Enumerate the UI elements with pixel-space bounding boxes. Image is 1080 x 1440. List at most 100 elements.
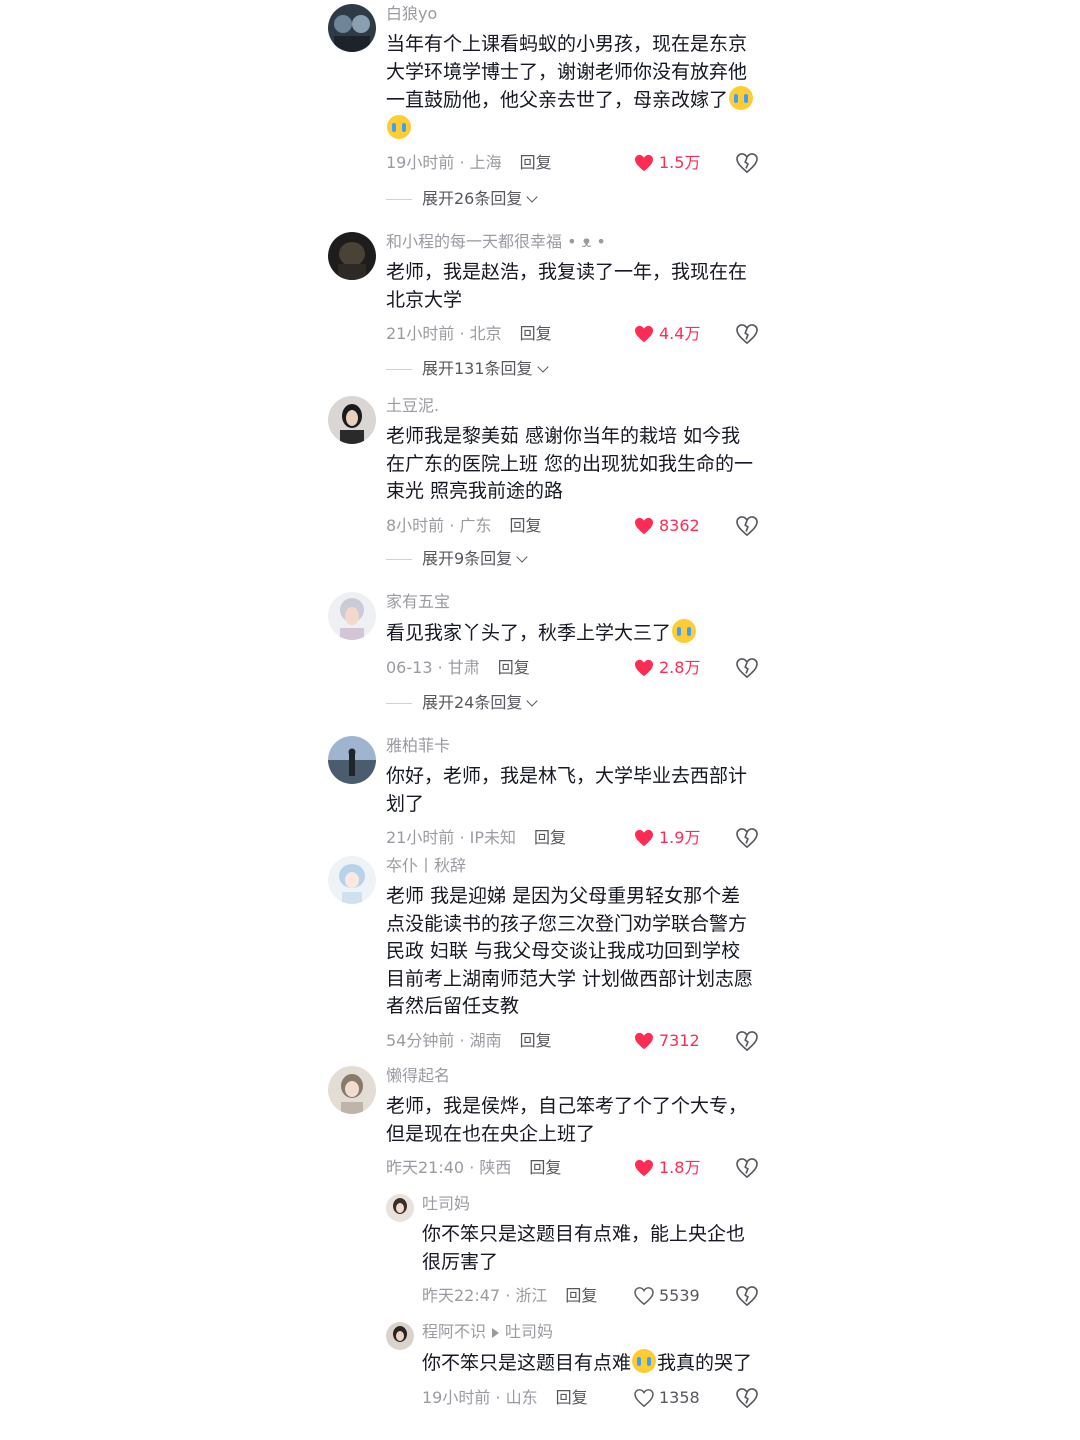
location: 湖南	[469, 1030, 502, 1050]
comment-body: 白狼yo 当年有个上课看蚂蚁的小男孩，现在是东京大学环境学博士了，谢谢老师你没有…	[386, 4, 758, 175]
dislike-heart-icon[interactable]	[736, 515, 758, 536]
location: 陕西	[479, 1158, 512, 1177]
like-button[interactable]: 1358	[634, 1386, 700, 1410]
username[interactable]: 土豆泥.	[386, 396, 758, 416]
like-button[interactable]: 1.9万	[634, 826, 700, 850]
reply-button[interactable]: 回复	[498, 658, 530, 677]
username[interactable]: 懒得起名	[386, 1066, 758, 1086]
dislike-heart-icon[interactable]	[736, 1286, 758, 1306]
heart-filled-icon	[635, 659, 653, 676]
like-button[interactable]: 8362	[634, 514, 700, 538]
reply-button[interactable]: 回复	[565, 1286, 597, 1305]
reply-item: 吐司妈 你不笨只是这题目有点难，能上央企也很厉害了 昨天22:47 · 浙江 回复…	[386, 1194, 758, 1310]
comment-item: 和小程的每一天都很幸福 • ᴥ • 老师，我是赵浩，我复读了一年，我现在在北京大…	[328, 232, 758, 362]
avatar[interactable]	[328, 396, 376, 444]
timestamp: 19小时前	[422, 1387, 491, 1407]
comment-item: 白狼yo 当年有个上课看蚂蚁的小男孩，现在是东京大学环境学博士了，谢谢老师你没有…	[328, 4, 758, 190]
location: 山东	[505, 1387, 538, 1407]
dislike-heart-icon[interactable]	[736, 153, 758, 173]
dislike-heart-icon[interactable]	[736, 828, 758, 848]
avatar[interactable]	[328, 232, 376, 280]
comment-body: 和小程的每一天都很幸福 • ᴥ • 老师，我是赵浩，我复读了一年，我现在在北京大…	[386, 232, 758, 346]
like-count: 2.8万	[659, 657, 701, 677]
comment-body: 家有五宝 看见我家丫头了，秋季上学大三了 06-13 · 甘肃 回复 2.8万	[386, 592, 758, 680]
expand-replies-button[interactable]: 展开24条回复	[386, 693, 539, 713]
location: 上海	[469, 153, 502, 172]
dislike-heart-icon[interactable]	[736, 1030, 758, 1051]
expand-replies-button[interactable]: 展开131条回复	[386, 359, 549, 379]
reply-item: 程阿不识 吐司妈 你不笨只是这题目有点难 我真的哭了 19小时前 · 山东 回复 13…	[386, 1322, 758, 1438]
reply-button[interactable]: 回复	[520, 324, 552, 343]
comment-text: 你好，老师，我是林飞，大学毕业去西部计划了	[386, 765, 748, 815]
location: 广东	[459, 515, 492, 535]
location: 甘肃	[447, 657, 480, 677]
like-button[interactable]: 1.5万	[634, 151, 700, 175]
comment-text: 老师，我是赵浩，我复读了一年，我现在在北京大学	[386, 261, 748, 311]
dislike-heart-icon[interactable]	[736, 324, 758, 344]
like-count: 8362	[659, 515, 700, 535]
like-button[interactable]: 2.8万	[634, 656, 700, 680]
reply-meta: 19小时前 · 山东 回复 1358	[422, 1386, 758, 1410]
reply-meta: 昨天22:47 · 浙江 回复 5539	[422, 1284, 758, 1308]
comment-meta: 21小时前 · IP未知 回复 1.9万	[386, 826, 758, 850]
avatar[interactable]	[328, 592, 376, 640]
comment-meta: 54分钟前 · 湖南 回复 7312	[386, 1029, 758, 1053]
timestamp: 19小时前	[386, 153, 455, 172]
comment-text: 看见我家丫头了，秋季上学大三了	[386, 619, 758, 648]
avatar[interactable]	[328, 736, 376, 784]
username[interactable]: 吐司妈	[422, 1194, 758, 1214]
expand-replies-button[interactable]: 展开9条回复	[386, 549, 528, 569]
like-count: 1358	[659, 1387, 700, 1407]
reply-button[interactable]: 回复	[520, 1031, 552, 1050]
like-button[interactable]: 1.8万	[634, 1156, 700, 1180]
chevron-down-icon	[526, 695, 539, 707]
like-button[interactable]: 5539	[634, 1284, 700, 1308]
reply-button[interactable]: 回复	[534, 828, 566, 847]
heart-outline-icon	[634, 1287, 654, 1305]
avatar[interactable]	[328, 856, 376, 904]
comment-text: 老师，我是侯烨，自己笨考了个了个大专，但是现在也在央企上班了	[386, 1095, 748, 1145]
timestamp: 8小时前	[386, 515, 445, 535]
dislike-heart-icon[interactable]	[736, 657, 758, 678]
location: IP未知	[469, 828, 517, 847]
username[interactable]: 和小程的每一天都很幸福 • ᴥ •	[386, 232, 758, 252]
like-button[interactable]: 4.4万	[634, 322, 700, 346]
reply-button[interactable]: 回复	[556, 1388, 588, 1407]
reply-text: 你不笨只是这题目有点难，能上央企也很厉害了	[422, 1223, 746, 1273]
username[interactable]: 夲仆丨秋辞	[386, 856, 758, 876]
reply-button[interactable]: 回复	[529, 1158, 561, 1177]
username[interactable]: 程阿不识 吐司妈	[422, 1322, 758, 1342]
comment-item: 雅柏菲卡 你好，老师，我是林飞，大学毕业去西部计划了 21小时前 · IP未知回…	[328, 736, 758, 852]
reply-button[interactable]: 回复	[509, 516, 541, 535]
comment-feed: 白狼yo 当年有个上课看蚂蚁的小男孩，现在是东京大学环境学博士了，谢谢老师你没有…	[0, 0, 1080, 1440]
like-button[interactable]: 7312	[634, 1029, 700, 1053]
avatar[interactable]	[386, 1194, 414, 1222]
like-count: 1.8万	[659, 1158, 701, 1177]
dislike-heart-icon[interactable]	[736, 1158, 758, 1178]
timestamp: 昨天22:47	[422, 1286, 501, 1305]
laughing-crying-face-icon	[672, 619, 697, 643]
reply-to-user[interactable]: 吐司妈	[505, 1322, 553, 1341]
avatar[interactable]	[328, 4, 376, 52]
reply-button[interactable]: 回复	[520, 153, 552, 172]
dislike-heart-icon[interactable]	[736, 1387, 758, 1408]
timestamp: 54分钟前	[386, 1030, 455, 1050]
expand-replies-button[interactable]: 展开26条回复	[386, 189, 539, 209]
timestamp: 21小时前	[386, 828, 455, 847]
username[interactable]: 白狼yo	[386, 4, 758, 24]
heart-filled-icon	[635, 154, 653, 172]
comment-text: 老师我是黎美茹 感谢你当年的栽培 如今我在广东的医院上班 您的出现犹如我生命的一…	[386, 425, 754, 502]
comment-text: 当年有个上课看蚂蚁的小男孩，现在是东京大学环境学博士了，谢谢老师你没有放弃他一直…	[386, 31, 758, 143]
comment-item: 家有五宝 看见我家丫头了，秋季上学大三了 06-13 · 甘肃 回复 2.8万	[328, 592, 758, 682]
like-count: 5539	[659, 1286, 700, 1305]
crying-face-icon	[387, 114, 411, 139]
heart-filled-icon	[635, 517, 653, 534]
comment-body: 夲仆丨秋辞 老师 我是迎娣 是因为父母重男轻女那个差点没能读书的孩子您三次登门劝…	[386, 856, 758, 1053]
reply-body: 程阿不识 吐司妈 你不笨只是这题目有点难 我真的哭了 19小时前 · 山东 回复 13…	[422, 1322, 758, 1410]
username[interactable]: 家有五宝	[386, 592, 758, 612]
crying-face-icon	[632, 1349, 657, 1373]
like-count: 1.9万	[659, 828, 701, 847]
avatar[interactable]	[386, 1322, 414, 1350]
username[interactable]: 雅柏菲卡	[386, 736, 758, 756]
avatar[interactable]	[328, 1066, 376, 1114]
